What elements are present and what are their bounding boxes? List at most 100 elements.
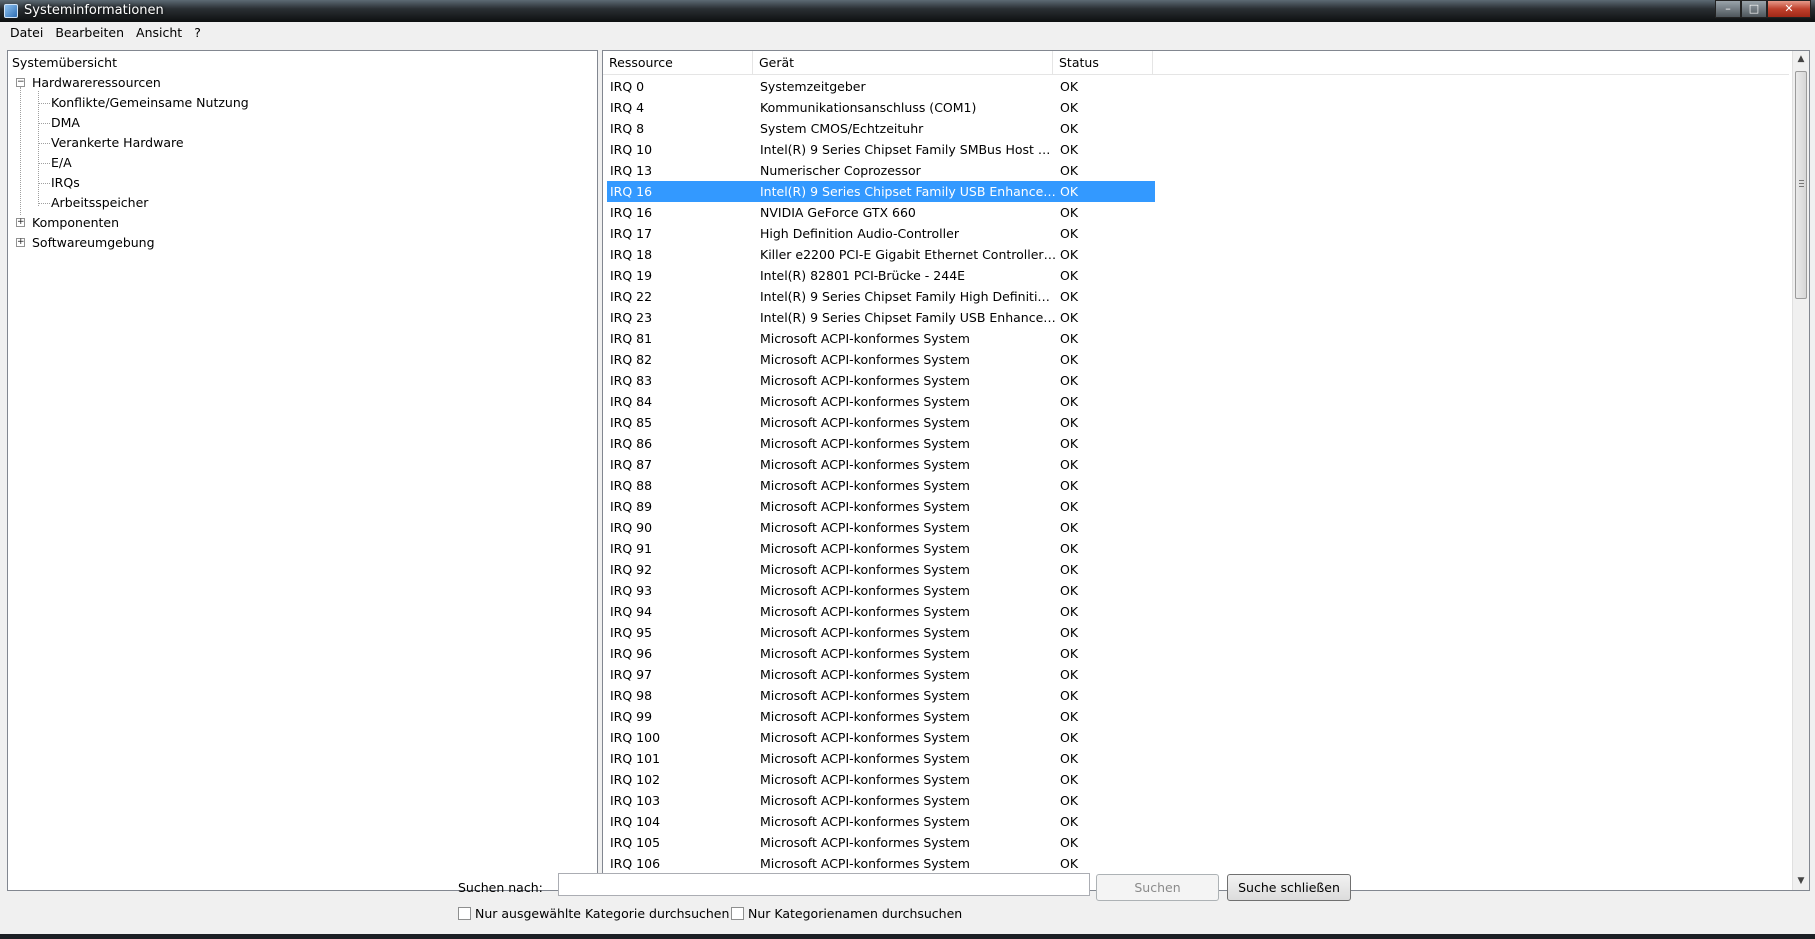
tree-item-components[interactable]: Komponenten [32, 213, 119, 232]
cell-device: Microsoft ACPI-konformes System [760, 625, 970, 640]
search-button[interactable]: Suchen [1096, 874, 1219, 901]
table-row[interactable]: IRQ 89 Microsoft ACPI-konformes System OK [607, 496, 1787, 517]
column-header-status[interactable]: Status [1053, 51, 1153, 75]
table-row[interactable]: IRQ 23 Intel(R) 9 Series Chipset Family U… [607, 307, 1787, 328]
tree-item-irqs[interactable]: IRQs [51, 173, 80, 192]
cell-resource: IRQ 104 [610, 814, 661, 829]
option-selected-category[interactable]: Nur ausgewählte Kategorie durchsuchen [458, 906, 729, 921]
scrollbar-thumb[interactable] [1795, 71, 1807, 299]
vertical-scrollbar[interactable]: ▲ ▼ [1792, 51, 1809, 890]
table-row[interactable]: IRQ 82 Microsoft ACPI-konformes System OK [607, 349, 1787, 370]
table-row[interactable]: IRQ 8 System CMOS/Echtzeituhr OK [607, 118, 1787, 139]
cell-resource: IRQ 85 [610, 415, 653, 430]
tree-item-system-summary[interactable]: Systemübersicht [12, 53, 117, 72]
table-row[interactable]: IRQ 17 High Definition Audio-Controller OK [607, 223, 1787, 244]
table-row[interactable]: IRQ 103 Microsoft ACPI-konformes System OK [607, 790, 1787, 811]
table-row[interactable]: IRQ 85 Microsoft ACPI-konformes System OK [607, 412, 1787, 433]
table-row[interactable]: IRQ 10 Intel(R) 9 Series Chipset Family S… [607, 139, 1787, 160]
table-row[interactable]: IRQ 81 Microsoft ACPI-konformes System OK [607, 328, 1787, 349]
table-row[interactable]: IRQ 87 Microsoft ACPI-konformes System OK [607, 454, 1787, 475]
table-row[interactable]: IRQ 101 Microsoft ACPI-konformes System OK [607, 748, 1787, 769]
cell-device: Microsoft ACPI-konformes System [760, 814, 970, 829]
cell-resource: IRQ 90 [610, 520, 653, 535]
cell-device: Intel(R) 9 Series Chipset Family High De… [760, 289, 1057, 304]
table-row[interactable]: IRQ 0 Systemzeitgeber OK [607, 76, 1787, 97]
table-row[interactable]: IRQ 94 Microsoft ACPI-konformes System OK [607, 601, 1787, 622]
table-row[interactable]: IRQ 90 Microsoft ACPI-konformes System OK [607, 517, 1787, 538]
tree-item-hardware-resources[interactable]: Hardwareressourcen [32, 73, 161, 92]
table-row[interactable]: IRQ 88 Microsoft ACPI-konformes System OK [607, 475, 1787, 496]
cell-device: Microsoft ACPI-konformes System [760, 835, 970, 850]
expand-icon[interactable]: + [16, 218, 25, 227]
list-rows: IRQ 0 Systemzeitgeber OK IRQ 4 Kommunikation… [607, 76, 1787, 874]
table-row[interactable]: IRQ 105 Microsoft ACPI-konformes System OK [607, 832, 1787, 853]
checkbox-selected-category[interactable] [458, 907, 471, 920]
maximize-icon[interactable]: □ [1741, 0, 1767, 18]
table-row[interactable]: IRQ 86 Microsoft ACPI-konformes System OK [607, 433, 1787, 454]
table-row[interactable]: IRQ 102 Microsoft ACPI-konformes System OK [607, 769, 1787, 790]
cell-device: Microsoft ACPI-konformes System [760, 646, 970, 661]
option-category-names[interactable]: Nur Kategorienamen durchsuchen [731, 906, 962, 921]
menu-help[interactable]: ? [188, 22, 207, 44]
cell-resource: IRQ 99 [610, 709, 653, 724]
table-row[interactable]: IRQ 106 Microsoft ACPI-konformes System OK [607, 853, 1787, 874]
tree-item-forced-hardware[interactable]: Verankerte Hardware [51, 133, 184, 152]
expand-icon[interactable]: + [16, 238, 25, 247]
cell-status: OK [1060, 751, 1079, 766]
tree-item-io[interactable]: E/A [51, 153, 72, 172]
table-row[interactable]: IRQ 92 Microsoft ACPI-konformes System OK [607, 559, 1787, 580]
category-tree[interactable]: Systemübersicht − Hardwareressourcen Kon… [7, 50, 598, 891]
details-list[interactable]: Ressource Gerät Status IRQ 0 Systemzeitge… [602, 50, 1810, 891]
tree-item-dma[interactable]: DMA [51, 113, 80, 132]
tree-branch-line [38, 183, 50, 184]
table-row[interactable]: IRQ 97 Microsoft ACPI-konformes System OK [607, 664, 1787, 685]
tree-item-conflicts[interactable]: Konflikte/Gemeinsame Nutzung [51, 93, 249, 112]
cell-device: Microsoft ACPI-konformes System [760, 856, 970, 871]
checkbox-category-names[interactable] [731, 907, 744, 920]
minimize-icon[interactable]: – [1715, 0, 1741, 18]
table-row[interactable]: IRQ 96 Microsoft ACPI-konformes System OK [607, 643, 1787, 664]
column-header-resource[interactable]: Ressource [603, 51, 753, 75]
close-icon[interactable]: ✕ [1767, 0, 1811, 18]
cell-device: Microsoft ACPI-konformes System [760, 499, 970, 514]
tree-item-memory[interactable]: Arbeitsspeicher [51, 193, 148, 212]
table-row[interactable]: IRQ 4 Kommunikationsanschluss (COM1) OK [607, 97, 1787, 118]
scroll-up-icon[interactable]: ▲ [1793, 51, 1809, 68]
cell-resource: IRQ 83 [610, 373, 653, 388]
tree-branch-line [38, 203, 50, 204]
cell-device: Microsoft ACPI-konformes System [760, 520, 970, 535]
table-row[interactable]: IRQ 91 Microsoft ACPI-konformes System OK [607, 538, 1787, 559]
table-row[interactable]: IRQ 16 Intel(R) 9 Series Chipset Family U… [607, 181, 1787, 202]
cell-resource: IRQ 96 [610, 646, 653, 661]
table-row[interactable]: IRQ 22 Intel(R) 9 Series Chipset Family H… [607, 286, 1787, 307]
cell-device: Intel(R) 9 Series Chipset Family USB Enh… [760, 310, 1057, 325]
scroll-down-icon[interactable]: ▼ [1793, 873, 1809, 890]
list-header: Ressource Gerät Status [603, 51, 1789, 75]
cell-status: OK [1060, 352, 1079, 367]
table-row[interactable]: IRQ 83 Microsoft ACPI-konformes System OK [607, 370, 1787, 391]
table-row[interactable]: IRQ 98 Microsoft ACPI-konformes System OK [607, 685, 1787, 706]
cell-resource: IRQ 100 [610, 730, 661, 745]
cell-resource: IRQ 93 [610, 583, 653, 598]
cell-status: OK [1060, 79, 1079, 94]
tree-item-software-environment[interactable]: Softwareumgebung [32, 233, 155, 252]
table-row[interactable]: IRQ 93 Microsoft ACPI-konformes System OK [607, 580, 1787, 601]
menu-datei[interactable]: Datei [4, 22, 49, 44]
table-row[interactable]: IRQ 84 Microsoft ACPI-konformes System OK [607, 391, 1787, 412]
menu-bearbeiten[interactable]: Bearbeiten [49, 22, 130, 44]
menu-ansicht[interactable]: Ansicht [130, 22, 188, 44]
table-row[interactable]: IRQ 16 NVIDIA GeForce GTX 660 OK [607, 202, 1787, 223]
table-row[interactable]: IRQ 104 Microsoft ACPI-konformes System OK [607, 811, 1787, 832]
column-header-device[interactable]: Gerät [753, 51, 1053, 75]
search-input[interactable] [558, 873, 1090, 896]
table-row[interactable]: IRQ 100 Microsoft ACPI-konformes System OK [607, 727, 1787, 748]
close-search-button[interactable]: Suche schließen [1227, 874, 1351, 901]
table-row[interactable]: IRQ 13 Numerischer Coprozessor OK [607, 160, 1787, 181]
collapse-icon[interactable]: − [16, 78, 25, 87]
table-row[interactable]: IRQ 19 Intel(R) 82801 PCI-Brücke - 244E OK [607, 265, 1787, 286]
window-controls: – □ ✕ [1715, 0, 1811, 18]
cell-status: OK [1060, 331, 1079, 346]
table-row[interactable]: IRQ 99 Microsoft ACPI-konformes System OK [607, 706, 1787, 727]
table-row[interactable]: IRQ 95 Microsoft ACPI-konformes System OK [607, 622, 1787, 643]
table-row[interactable]: IRQ 18 Killer e2200 PCI-E Gigabit Etherne… [607, 244, 1787, 265]
